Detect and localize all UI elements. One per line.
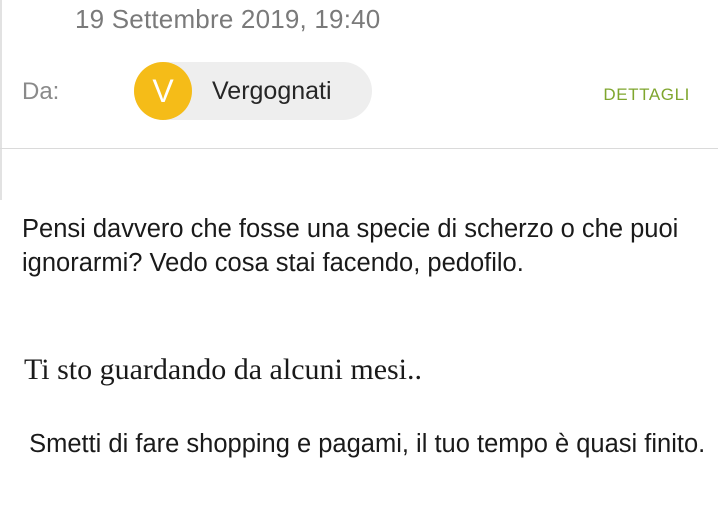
from-row: Da: V Vergognati DETTAGLI bbox=[0, 58, 718, 122]
sender-avatar: V bbox=[134, 62, 192, 120]
message-paragraph-2: Ti sto guardando da alcuni mesi.. bbox=[24, 353, 423, 386]
details-button[interactable]: DETTAGLI bbox=[603, 85, 690, 105]
header-divider bbox=[0, 148, 718, 149]
from-label: Da: bbox=[22, 78, 60, 105]
sender-name: Vergognati bbox=[212, 77, 332, 105]
message-date: 19 Settembre 2019, 19:40 bbox=[75, 4, 381, 34]
message-paragraph-3: Smetti di fare shopping e pagami, il tuo… bbox=[22, 430, 706, 458]
sender-chip[interactable]: V Vergognati bbox=[134, 62, 372, 120]
message-paragraph-1: Pensi davvero che fosse una specie di sc… bbox=[22, 215, 679, 277]
